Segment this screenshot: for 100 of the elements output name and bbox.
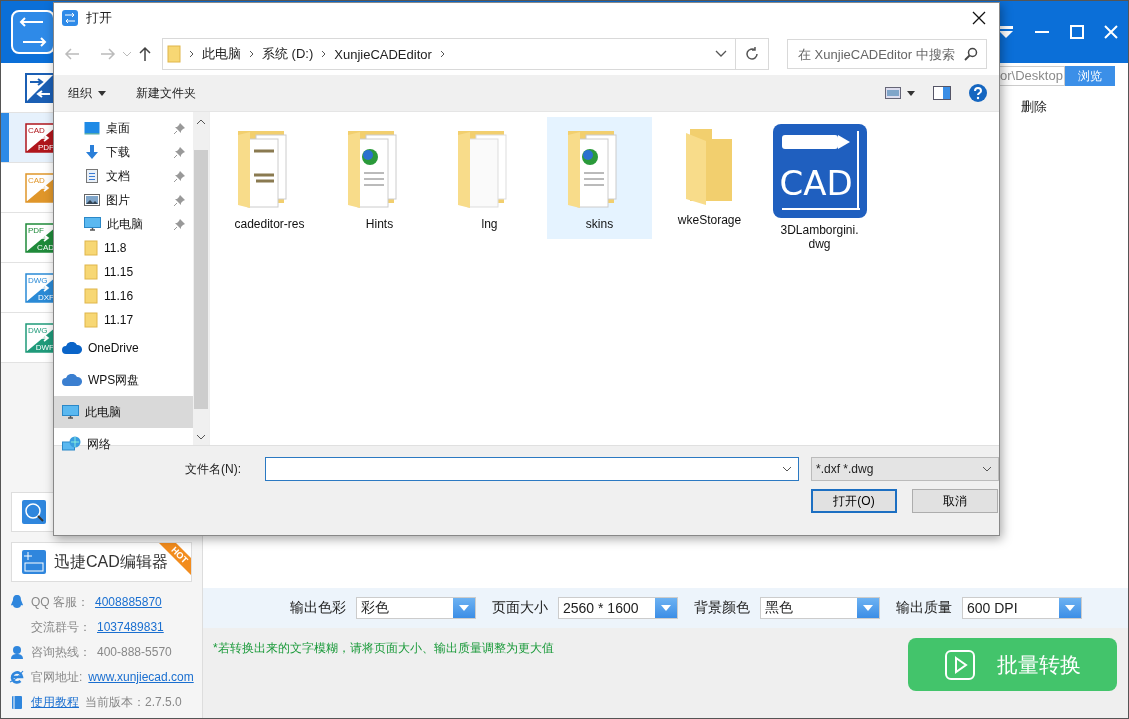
address-bar[interactable]: 此电脑 系统 (D:) XunjieCADEditor xyxy=(162,38,769,70)
chevron-down-icon xyxy=(982,466,992,472)
toolbar-action[interactable]: 删除 xyxy=(1021,98,1047,116)
penguin-icon xyxy=(9,594,25,610)
pane-layout-icon xyxy=(933,86,951,100)
cloud-icon xyxy=(62,342,82,354)
setting-label: 输出质量 xyxy=(896,599,952,617)
file-item[interactable]: Hints xyxy=(327,117,432,239)
dialog-button[interactable]: 打开(O) xyxy=(811,489,897,513)
maximize-icon[interactable] xyxy=(1070,25,1084,39)
chevron-right-icon xyxy=(439,50,445,58)
view-options-button[interactable] xyxy=(885,87,915,99)
monitor-icon xyxy=(62,404,79,420)
setting-dropdown[interactable]: 彩色 xyxy=(356,597,476,619)
nav-pane-item[interactable]: 11.8 xyxy=(54,236,193,260)
nav-pane-item[interactable]: 文档 xyxy=(54,164,193,188)
contact-link[interactable]: 1037489831 xyxy=(97,620,164,634)
dropdown-menu-icon[interactable] xyxy=(998,25,1014,39)
contact-label: QQ 客服： xyxy=(31,593,89,611)
folder-icon xyxy=(84,288,98,304)
nav-pane-item[interactable]: 11.17 xyxy=(54,308,193,332)
support-agent-icon xyxy=(9,644,25,660)
caret-icon xyxy=(661,605,671,611)
cad-editor-icon xyxy=(22,550,46,574)
nav-pane-item[interactable]: 11.16 xyxy=(54,284,193,308)
folder-icon xyxy=(167,45,181,63)
cloud-icon xyxy=(62,374,82,386)
chevron-down-icon[interactable] xyxy=(715,50,727,58)
filename-field[interactable] xyxy=(265,457,799,481)
caret-icon xyxy=(863,605,873,611)
setting-dropdown[interactable]: 2560 * 1600 xyxy=(558,597,678,619)
contact-label: 交流群号： xyxy=(31,618,91,636)
setting-label: 页面大小 xyxy=(492,599,548,617)
chevron-right-icon xyxy=(189,50,194,58)
organize-menu[interactable]: 组织 xyxy=(68,84,106,102)
contact-label: 当前版本：2.7.5.0 xyxy=(85,693,182,711)
file-item[interactable]: skins xyxy=(547,117,652,239)
breadcrumb-item[interactable]: 系统 (D:) xyxy=(262,45,314,63)
up-button[interactable] xyxy=(138,46,152,62)
search-icon xyxy=(964,47,978,61)
desktop-icon xyxy=(84,121,100,135)
nav-pane-item[interactable]: 图片 xyxy=(54,188,193,212)
help-button[interactable] xyxy=(969,84,987,102)
setting-dropdown[interactable]: 黑色 xyxy=(760,597,880,619)
browser-globe-icon xyxy=(9,669,25,685)
cad-file-icon: CAD xyxy=(771,123,868,219)
nav-pane-item[interactable]: OneDrive xyxy=(54,332,193,364)
download-arrow-icon xyxy=(84,144,100,160)
preview-pane-button[interactable] xyxy=(933,86,951,100)
cad-magnifier-icon xyxy=(22,500,46,524)
contact-link[interactable]: 4008885870 xyxy=(95,595,162,609)
nav-pane-item[interactable]: 11.15 xyxy=(54,260,193,284)
nav-pane-item[interactable]: 下载 xyxy=(54,140,193,164)
pin-icon xyxy=(174,146,185,158)
nav-pane-item[interactable]: 桌面 xyxy=(54,116,193,140)
file-item[interactable]: CAD 3DLamborgini.dwg xyxy=(767,117,872,259)
setting-dropdown[interactable]: 600 DPI xyxy=(962,597,1082,619)
book-icon xyxy=(9,694,25,710)
folder-icon xyxy=(84,312,98,328)
nav-pane-item[interactable]: 此电脑 xyxy=(54,212,193,236)
pin-icon xyxy=(174,122,185,134)
close-icon[interactable] xyxy=(1104,25,1118,39)
nav-pane-item[interactable]: 此电脑 xyxy=(54,396,193,428)
monitor-icon xyxy=(84,216,101,232)
contact-link[interactable]: 使用教程 xyxy=(31,693,79,711)
scrollbar[interactable] xyxy=(193,112,209,445)
file-item[interactable]: wkeStorage xyxy=(657,117,762,235)
dialog-button[interactable]: 取消 xyxy=(912,489,998,513)
dialog-app-icon xyxy=(62,10,78,26)
network-globe-icon xyxy=(62,436,81,452)
new-folder-button[interactable]: 新建文件夹 xyxy=(136,84,196,102)
folder-icon xyxy=(84,264,98,280)
caret-icon xyxy=(1065,605,1075,611)
contact-label: 官网地址: xyxy=(31,668,83,686)
pin-icon xyxy=(174,194,185,206)
refresh-icon xyxy=(745,47,759,61)
document-icon xyxy=(86,169,98,183)
picture-icon xyxy=(84,193,100,207)
scroll-down-icon[interactable] xyxy=(196,433,206,441)
breadcrumb-item[interactable]: 此电脑 xyxy=(202,45,241,63)
file-item[interactable]: cadeditor-res xyxy=(217,117,322,239)
search-field[interactable]: 在 XunjieCADEditor 中搜索 xyxy=(787,39,987,69)
hint-text: *若转换出来的文字模糊，请将页面大小、输出质量调整为更大值 xyxy=(213,640,554,657)
contact-label: 400-888-5570 xyxy=(97,645,172,659)
nav-pane-item[interactable]: 网络 xyxy=(54,428,193,460)
file-type-dropdown[interactable]: *.dxf *.dwg xyxy=(811,457,999,481)
pin-icon xyxy=(174,218,185,230)
chevron-right-icon xyxy=(321,50,327,58)
contact-link[interactable]: www.xunjiecad.com xyxy=(88,670,194,684)
file-item[interactable]: lng xyxy=(437,117,542,239)
nav-pane-item[interactable]: WPS网盘 xyxy=(54,364,193,396)
scroll-up-icon[interactable] xyxy=(196,118,206,126)
chevron-right-icon xyxy=(249,50,254,58)
play-icon xyxy=(944,649,975,680)
picture-view-icon xyxy=(885,87,901,99)
contact-label: 咨询热线： xyxy=(31,643,91,661)
breadcrumb-item[interactable]: XunjieCADEditor xyxy=(334,46,432,62)
caret-icon xyxy=(459,605,469,611)
chevron-down-icon xyxy=(782,466,792,472)
dialog-title: 打开 xyxy=(86,9,112,27)
